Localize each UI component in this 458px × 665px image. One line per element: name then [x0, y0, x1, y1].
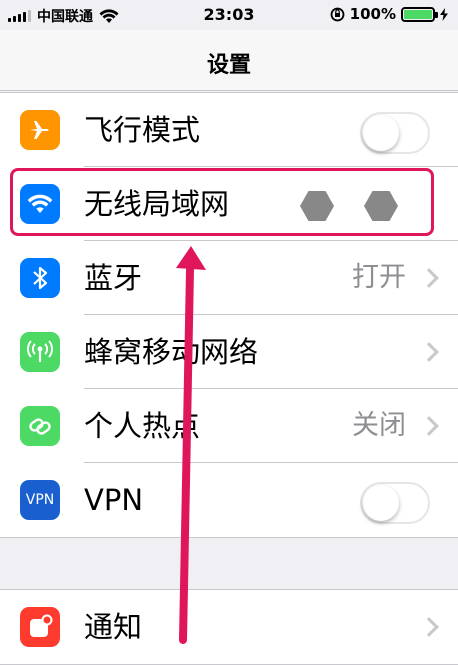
- settings-row-bluetooth[interactable]: 蓝牙 打开: [0, 241, 458, 315]
- hotspot-link-icon: [20, 406, 60, 446]
- status-bar: 中国联通 23:03 100%: [0, 0, 458, 30]
- vpn-label: VPN: [84, 483, 144, 517]
- notifications-icon: [20, 607, 60, 647]
- vpn-icon-text: VPN: [25, 492, 55, 508]
- chevron-right-icon: [419, 416, 439, 436]
- settings-row-airplane-mode[interactable]: 飞行模式: [0, 93, 458, 167]
- settings-group-connectivity: 飞行模式 无线局域网 蓝牙 打开 蜂窝移动网络 个人热点 关闭 VPN VPN: [0, 92, 458, 538]
- redacted-network-name-2: [364, 191, 398, 221]
- settings-row-cellular[interactable]: 蜂窝移动网络: [0, 315, 458, 389]
- airplane-mode-label: 飞行模式: [84, 113, 201, 147]
- airplane-mode-toggle[interactable]: [360, 112, 430, 154]
- cellular-antenna-icon: [20, 332, 60, 372]
- notifications-label: 通知: [84, 610, 143, 644]
- personal-hotspot-status-value: 关闭: [352, 410, 406, 441]
- cellular-label: 蜂窝移动网络: [84, 335, 259, 369]
- settings-row-notifications[interactable]: 通知: [0, 590, 458, 664]
- wifi-label: 无线局域网: [84, 187, 230, 221]
- status-right: 100%: [330, 5, 448, 23]
- chevron-right-icon: [419, 342, 439, 362]
- charging-bolt-icon: [440, 7, 448, 21]
- battery-percent: 100%: [349, 5, 396, 23]
- page-title: 设置: [206, 53, 251, 78]
- vpn-icon: VPN: [20, 480, 60, 520]
- bluetooth-icon: [20, 258, 60, 298]
- settings-row-personal-hotspot[interactable]: 个人热点 关闭: [0, 389, 458, 463]
- settings-group-notifications: 通知: [0, 589, 458, 665]
- settings-row-wifi[interactable]: 无线局域网: [0, 167, 458, 241]
- navigation-bar: 设置: [0, 30, 458, 91]
- battery-icon: [401, 6, 438, 22]
- personal-hotspot-label: 个人热点: [84, 409, 201, 443]
- chevron-right-icon: [419, 617, 439, 637]
- airplane-icon: [20, 110, 60, 150]
- chevron-right-icon: [419, 268, 439, 288]
- orientation-lock-icon: [330, 7, 345, 21]
- settings-row-vpn[interactable]: VPN VPN: [0, 463, 458, 537]
- bluetooth-status-value: 打开: [352, 262, 406, 293]
- bluetooth-label: 蓝牙: [84, 261, 143, 295]
- vpn-toggle[interactable]: [360, 482, 430, 524]
- redacted-network-name: [300, 191, 334, 221]
- wifi-icon: [20, 184, 60, 224]
